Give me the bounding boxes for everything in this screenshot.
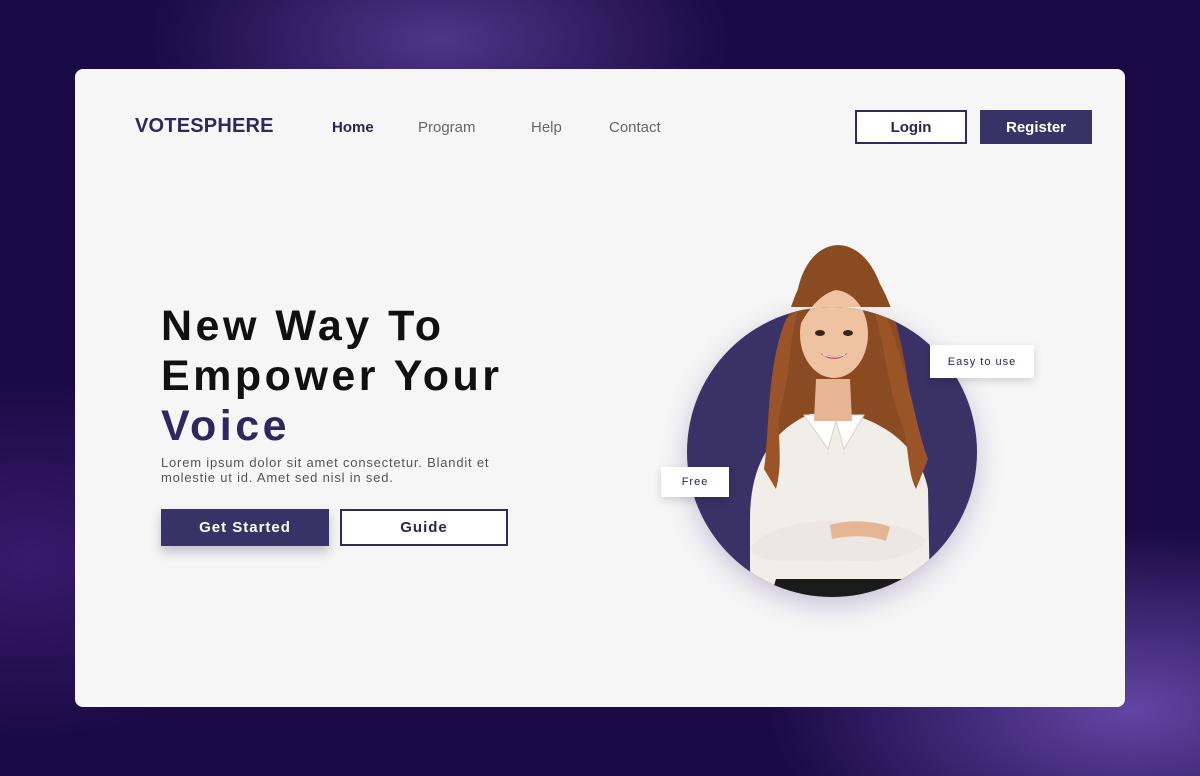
guide-button[interactable]: Guide xyxy=(340,509,508,546)
hero-image xyxy=(680,229,1010,599)
nav-item-home[interactable]: Home xyxy=(332,119,374,136)
hero-title-line-1: New Way To xyxy=(161,302,445,350)
hero-title-line-2: Empower Your xyxy=(161,352,503,400)
brand-logo[interactable]: VOTESPHERE xyxy=(135,115,274,138)
login-button[interactable]: Login xyxy=(855,110,967,144)
hero-title: New Way To Empower Your Voice xyxy=(161,301,601,451)
free-badge: Free xyxy=(661,467,729,497)
register-button[interactable]: Register xyxy=(980,110,1092,144)
woman-portrait-icon xyxy=(750,245,930,597)
nav-item-help[interactable]: Help xyxy=(531,119,562,136)
hero-description: Lorem ipsum dolor sit amet consectetur. … xyxy=(161,455,490,485)
nav-item-program[interactable]: Program xyxy=(418,119,476,136)
landing-card: VOTESPHERE Home Program Help Contact Log… xyxy=(75,69,1125,707)
get-started-button[interactable]: Get Started xyxy=(161,509,329,546)
easy-to-use-badge: Easy to use xyxy=(930,345,1034,378)
nav-item-contact[interactable]: Contact xyxy=(609,119,661,136)
hero-title-accent: Voice xyxy=(161,402,291,450)
